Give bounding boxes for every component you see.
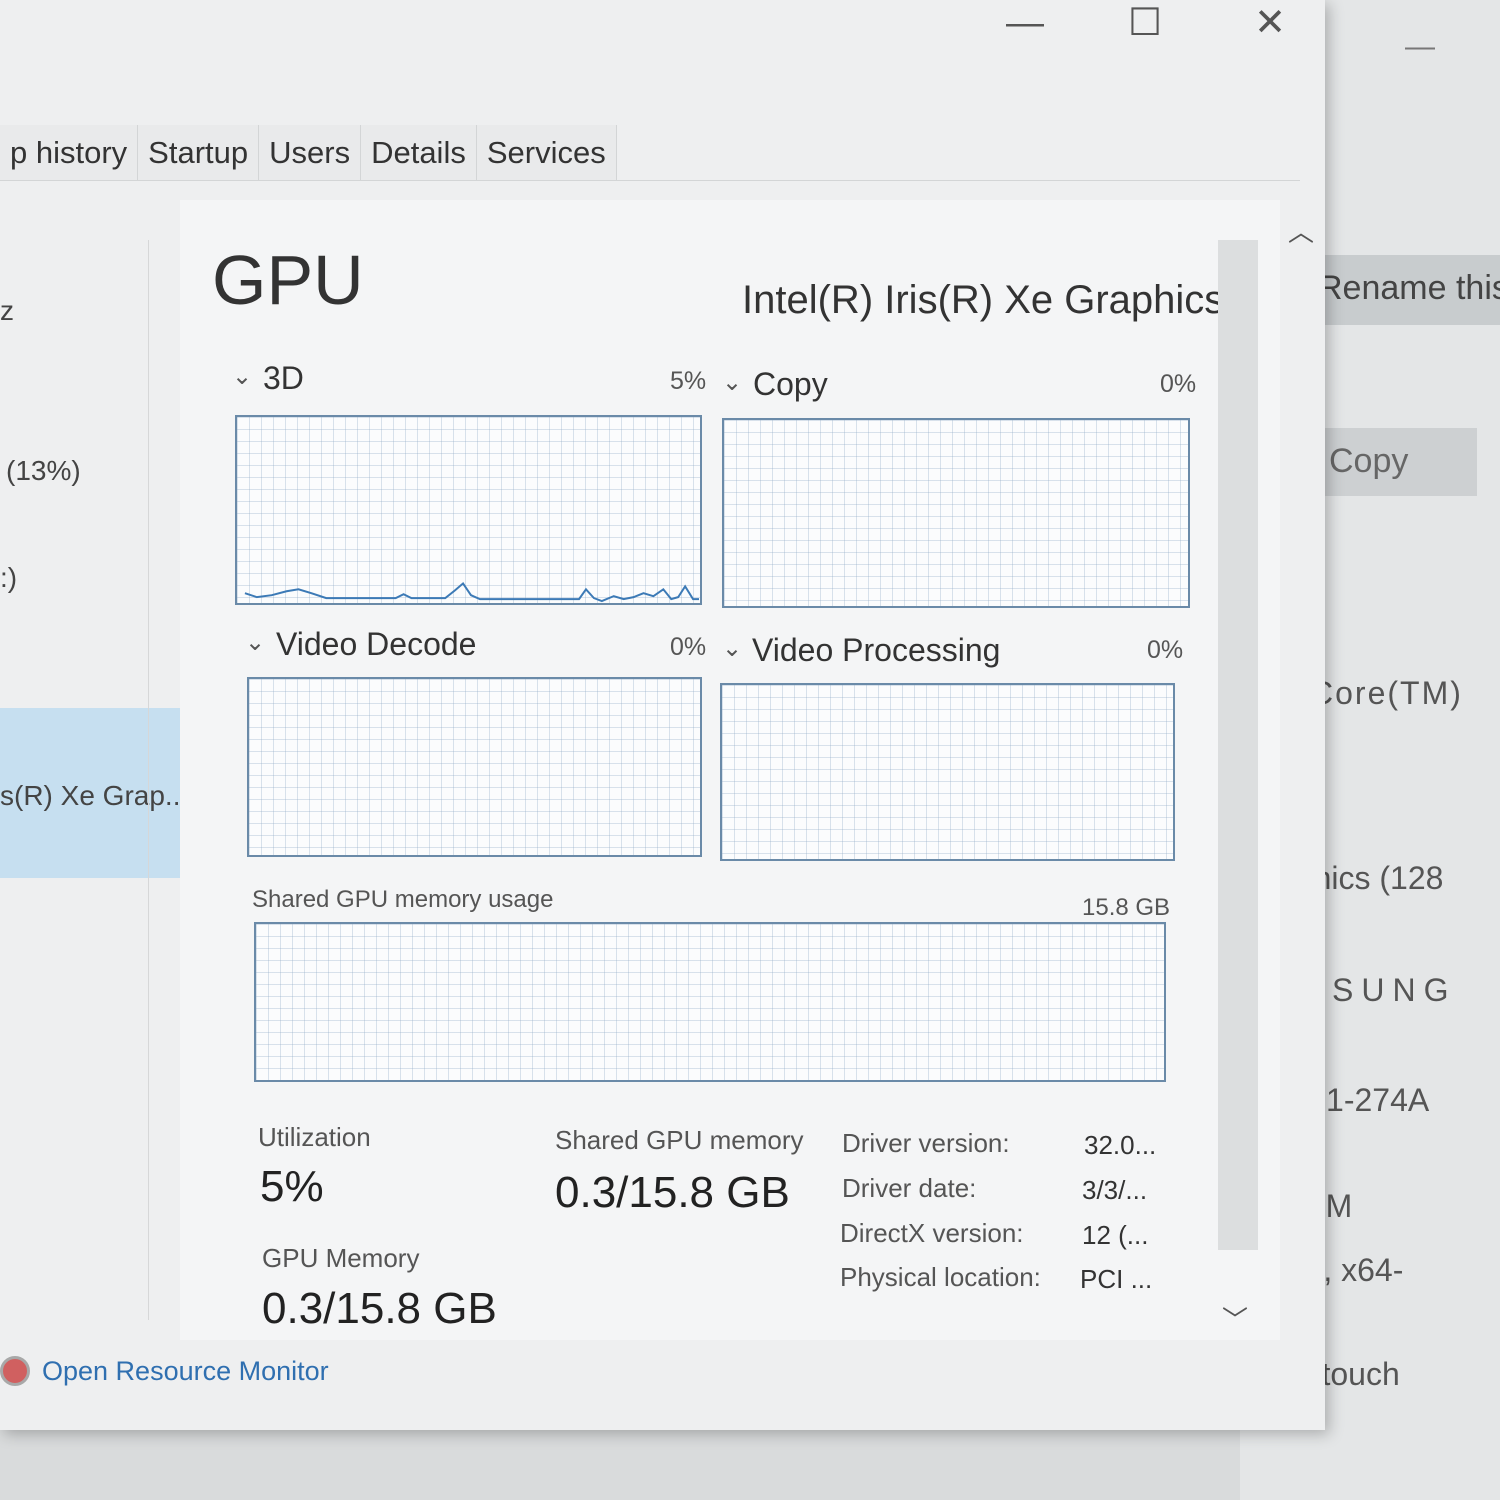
minimize-button[interactable]: — [980,0,1070,50]
directx-version-label: DirectX version: [840,1218,1024,1248]
graph-copy [722,418,1190,608]
close-button[interactable]: ✕ [1225,0,1315,50]
graph-3d [235,415,702,605]
driver-version-value: 32.0... [1084,1130,1157,1160]
sidebar-item-label[interactable]: z [0,295,14,327]
panel-scrollbar[interactable] [1218,240,1258,1250]
graph-value-copy: 0% [1160,370,1197,398]
graph-label-video-processing[interactable]: Video Processing [752,632,1000,669]
graph-shared-memory [254,922,1166,1082]
physical-location-label: Physical location: [840,1262,1041,1292]
shared-memory-value: 0.3/15.8 GB [555,1168,790,1217]
sidebar-item-memory[interactable]: (13%) [6,455,81,487]
utilization-value: 5% [260,1162,324,1211]
copy-button[interactable]: Copy [1305,428,1477,496]
task-manager-window: — ☐ ✕ p history Startup Users Details Se… [0,0,1325,1430]
open-resource-monitor-link[interactable]: Open Resource Monitor [42,1356,329,1387]
utilization-label: Utilization [258,1122,371,1152]
tab-divider [0,180,1300,181]
performance-sidebar: z (13%) :) s(R) Xe Grap... [0,200,188,1350]
tab-details[interactable]: Details [361,125,477,181]
tab-app-history[interactable]: p history [0,125,139,181]
tab-strip: p history Startup Users Details Services [0,125,617,181]
sidebar-divider [148,240,149,1320]
chevron-down-icon[interactable]: ⌄ [722,634,742,663]
sidebar-item-gpu[interactable]: s(R) Xe Grap... [0,780,188,812]
chevron-up-icon[interactable]: ︿ [1288,212,1314,249]
shared-memory-graph-label: Shared GPU memory usage [252,886,554,913]
title-bar: — ☐ ✕ [0,0,1325,60]
resource-monitor-icon[interactable] [0,1356,30,1386]
spec-processor: Core(TM) [1310,675,1463,711]
page-title: GPU [212,241,364,319]
tab-services[interactable]: Services [476,125,617,181]
gpu-device-name: Intel(R) Iris(R) Xe Graphics [742,278,1225,322]
driver-date-value: 3/3/... [1082,1175,1148,1205]
graph-value-video-decode: 0% [670,633,707,661]
graph-video-decode [247,677,702,857]
tab-startup[interactable]: Startup [138,125,260,181]
tab-users[interactable]: Users [259,125,362,181]
background-minimize-button[interactable]: — [1405,30,1435,64]
directx-version-value: 12 (... [1082,1220,1149,1250]
graph-value-3d: 5% [670,367,707,395]
driver-date-label: Driver date: [842,1173,977,1203]
gpu-memory-value: 0.3/15.8 GB [262,1284,497,1333]
physical-location-value: PCI ... [1080,1264,1153,1294]
chevron-down-icon[interactable]: ﹀ [1222,1300,1248,1337]
maximize-button[interactable]: ☐ [1100,0,1190,50]
graph-label-3d[interactable]: 3D [263,360,304,397]
shared-memory-graph-max: 15.8 GB [1082,894,1171,921]
graph-video-processing [720,683,1175,861]
graph-3d-line [244,581,700,603]
chevron-down-icon[interactable]: ⌄ [232,362,252,391]
graph-label-copy[interactable]: Copy [753,366,828,403]
shared-memory-label: Shared GPU memory [555,1125,804,1155]
rename-pc-button[interactable]: Rename this [1310,255,1500,325]
sidebar-item-disk[interactable]: :) [0,562,17,594]
driver-version-label: Driver version: [842,1128,1010,1158]
gpu-memory-label: GPU Memory [262,1243,420,1273]
graph-label-video-decode[interactable]: Video Decode [276,626,476,663]
chevron-down-icon[interactable]: ⌄ [245,628,265,657]
chevron-down-icon[interactable]: ⌄ [722,368,742,397]
graph-value-video-processing: 0% [1147,636,1184,664]
footer: Open Resource Monitor [0,1350,1325,1410]
